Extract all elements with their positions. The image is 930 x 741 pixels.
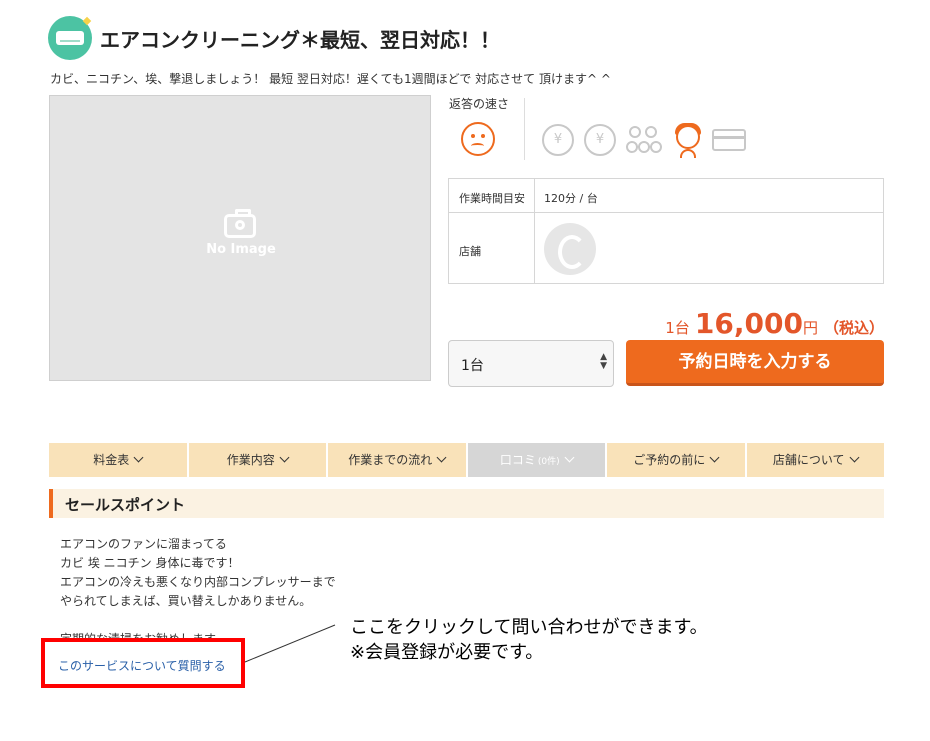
camera-icon <box>224 209 256 238</box>
no-image-label: No Image <box>206 242 276 257</box>
service-subtitle: カビ、ニコチン、埃、撃退しましょう！ 最短 翌日対応！遅くても1週間ほどで 対応… <box>50 72 611 86</box>
quantity-value: 1台 <box>461 358 484 374</box>
tab-work-content[interactable]: 作業内容 <box>188 443 328 477</box>
section-tabs: 料金表 作業内容 作業までの流れ 口コミ (0件) ご予約の前に 店舗について <box>49 443 884 477</box>
price: 1台 16,000円 （税込） <box>665 307 884 340</box>
section-heading-text: セールスポイント <box>65 496 186 514</box>
price-amount: 16,000 <box>694 307 803 340</box>
chevron-down-icon <box>279 452 290 463</box>
section-heading: セールスポイント <box>49 489 884 518</box>
highlight-box <box>41 638 245 688</box>
chevron-down-icon <box>133 452 144 463</box>
air-conditioner-icon <box>48 16 92 60</box>
price-unit: 1台 <box>665 319 690 337</box>
staff-woman-icon <box>670 121 706 159</box>
yen-coin-download-icon: ¥ <box>542 124 574 156</box>
chevron-down-icon <box>709 452 720 463</box>
price-tax: （税込） <box>823 319 884 337</box>
response-speed-label: 返答の速さ <box>449 97 510 111</box>
yen-coin-lock-icon: ¥ <box>584 124 616 156</box>
chevron-down-icon <box>849 452 860 463</box>
tab-work-flow[interactable]: 作業までの流れ <box>328 443 468 477</box>
price-currency: 円 <box>802 319 818 337</box>
tab-reviews: 口コミ (0件) <box>467 443 607 477</box>
tab-before-booking[interactable]: ご予約の前に <box>607 443 747 477</box>
store-avatar[interactable] <box>544 223 596 275</box>
chevron-down-icon <box>436 452 447 463</box>
chevron-down-icon <box>564 452 575 463</box>
select-arrows-icon: ▲ ▼ <box>600 352 607 371</box>
reserve-button[interactable]: 予約日時を入力する <box>626 340 884 386</box>
tab-about-store[interactable]: 店舗について <box>746 443 884 477</box>
service-image-placeholder: No Image <box>49 95 431 381</box>
work-time-value: 120分 / 台 <box>544 192 598 205</box>
page-title: エアコンクリーニング＊最短、翌日対応！！ <box>100 28 500 52</box>
sales-description: エアコンのファンに溜まってる カビ 埃 ニコチン 身体に毒です！ エアコンの冷え… <box>60 535 380 649</box>
work-time-label: 作業時間目安 <box>459 192 525 205</box>
tab-price-list[interactable]: 料金表 <box>49 443 189 477</box>
quantity-select[interactable]: 1台 ▲ ▼ <box>448 340 614 387</box>
service-info-table: 作業時間目安 120分 / 台 店舗 <box>448 178 884 284</box>
annotation-text: ここをクリックして問い合わせができます。 <box>350 617 708 638</box>
annotation-note: ※会員登録が必要です。 <box>350 642 544 663</box>
people-group-icon <box>626 124 662 156</box>
divider <box>524 98 525 160</box>
store-label: 店舗 <box>459 245 481 258</box>
credit-card-icon <box>712 129 746 151</box>
sad-face-icon <box>461 122 495 156</box>
